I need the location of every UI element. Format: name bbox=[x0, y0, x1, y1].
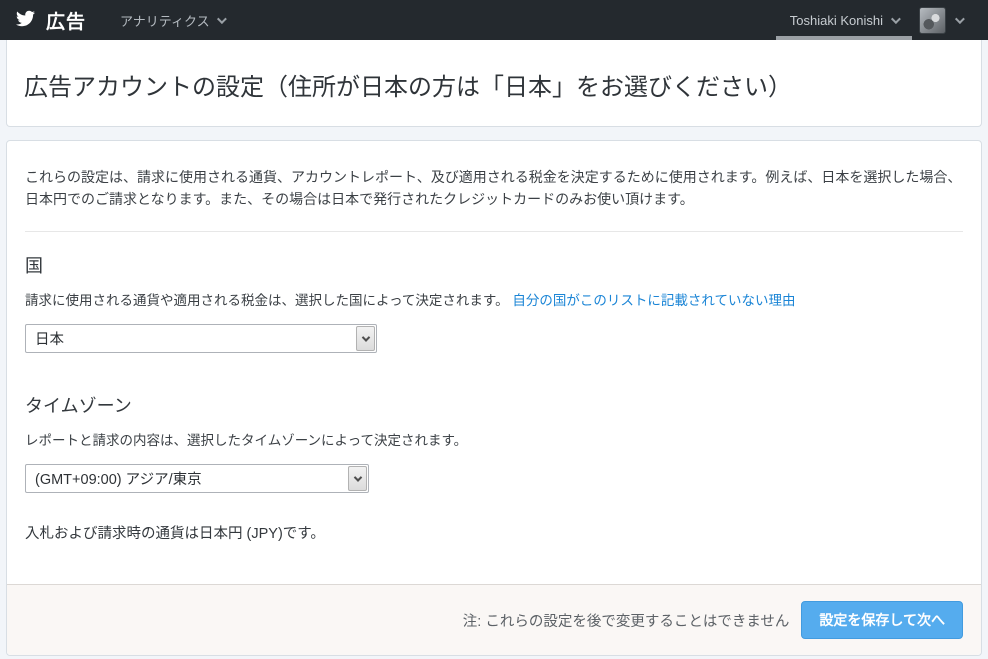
page-header-panel: 広告アカウントの設定（住所が日本の方は「日本」をお選びください） bbox=[6, 40, 982, 127]
chevron-down-icon bbox=[890, 13, 901, 24]
timezone-select[interactable]: (GMT+09:00) アジア/東京 bbox=[25, 464, 369, 493]
select-arrow-button bbox=[348, 466, 367, 491]
page-title: 広告アカウントの設定（住所が日本の方は「日本」をお選びください） bbox=[24, 74, 792, 101]
chevron-down-icon bbox=[353, 472, 362, 482]
user-name-label: Toshiaki Konishi bbox=[789, 12, 883, 28]
top-navbar: 広告 アナリティクス Toshiaki Konishi bbox=[0, 0, 988, 40]
timezone-heading: タイムゾーン bbox=[25, 396, 132, 416]
account-settings-card: これらの設定は、請求に使用される通貨、アカウントレポート、及び適用される税金を決… bbox=[6, 140, 982, 656]
chevron-down-icon bbox=[361, 332, 370, 342]
analytics-menu[interactable]: アナリティクス bbox=[120, 11, 227, 30]
timezone-description: レポートと請求の内容は、選択したタイムゾーンによって決定されます。 bbox=[25, 433, 468, 448]
currency-note: 入札および請求時の通貨は日本円 (JPY)です。 bbox=[25, 526, 325, 542]
ads-home-link[interactable]: 広告 bbox=[14, 7, 86, 34]
brand-label: 広告 bbox=[46, 11, 87, 33]
country-section: 国 請求に使用される通貨や適用される税金は、選択した国によって決定されます。 自… bbox=[25, 252, 963, 353]
country-select-value: 日本 bbox=[35, 332, 64, 348]
active-menu-indicator bbox=[775, 36, 912, 40]
save-settings-button[interactable]: 設定を保存して次へ bbox=[801, 601, 963, 639]
profile-menu[interactable] bbox=[919, 6, 965, 34]
timezone-select-value: (GMT+09:00) アジア/東京 bbox=[35, 472, 202, 488]
settings-intro-text: これらの設定は、請求に使用される通貨、アカウントレポート、及び適用される税金を決… bbox=[25, 169, 962, 207]
country-list-help-link[interactable]: 自分の国がこのリストに記載されていない理由 bbox=[512, 293, 795, 308]
section-divider bbox=[25, 231, 963, 232]
select-arrow-button bbox=[356, 326, 375, 351]
analytics-menu-label: アナリティクス bbox=[120, 13, 210, 29]
navbar-right: Toshiaki Konishi bbox=[775, 0, 988, 40]
chevron-down-icon bbox=[954, 13, 965, 24]
settings-warning-note: 注: これらの設定を後で変更することはできません bbox=[462, 613, 790, 630]
card-body: これらの設定は、請求に使用される通貨、アカウントレポート、及び適用される税金を決… bbox=[7, 141, 981, 584]
country-heading: 国 bbox=[25, 256, 43, 276]
user-account-menu[interactable]: Toshiaki Konishi bbox=[775, 0, 912, 40]
timezone-section: タイムゾーン レポートと請求の内容は、選択したタイムゾーンによって決定されます。… bbox=[25, 392, 963, 493]
card-footer: 注: これらの設定を後で変更することはできません 設定を保存して次へ bbox=[7, 584, 981, 655]
country-description-text: 請求に使用される通貨や適用される税金は、選択した国によって決定されます。 bbox=[25, 293, 509, 308]
twitter-bird-icon bbox=[14, 9, 37, 31]
chevron-down-icon bbox=[216, 13, 227, 24]
country-select[interactable]: 日本 bbox=[25, 324, 377, 353]
country-description: 請求に使用される通貨や適用される税金は、選択した国によって決定されます。 自分の… bbox=[25, 291, 963, 311]
avatar bbox=[919, 6, 946, 34]
